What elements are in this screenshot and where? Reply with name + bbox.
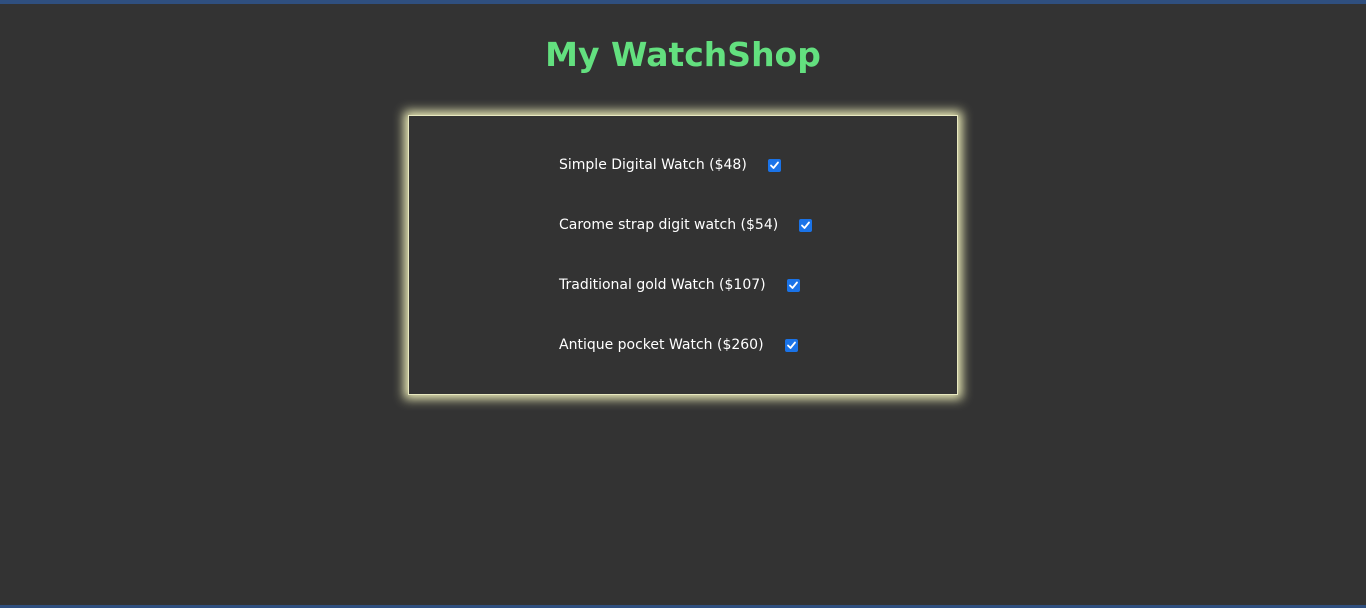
checkbox-simple-digital-watch[interactable]	[767, 158, 781, 172]
item-label: Traditional gold Watch ($107)	[559, 277, 766, 293]
top-border	[0, 0, 1366, 4]
item-label: Simple Digital Watch ($48)	[559, 157, 747, 173]
check-icon	[786, 341, 796, 349]
page-title: My WatchShop	[545, 35, 821, 74]
list-item-traditional-gold-watch: Traditional gold Watch ($107)	[559, 274, 800, 296]
item-label: Antique pocket Watch ($260)	[559, 337, 764, 353]
checkbox-carome-strap-watch[interactable]	[799, 218, 813, 232]
item-label: Carome strap digit watch ($54)	[559, 217, 779, 233]
checkbox-traditional-gold-watch[interactable]	[786, 278, 800, 292]
checkbox-antique-pocket-watch[interactable]	[784, 338, 798, 352]
watch-list-panel: Simple Digital Watch ($48) Carome strap …	[408, 115, 958, 395]
list-item-simple-digital-watch: Simple Digital Watch ($48)	[559, 154, 781, 176]
list-item-antique-pocket-watch: Antique pocket Watch ($260)	[559, 334, 798, 356]
check-icon	[801, 221, 811, 229]
check-icon	[788, 281, 798, 289]
check-icon	[769, 161, 779, 169]
list-item-carome-strap-watch: Carome strap digit watch ($54)	[559, 214, 813, 236]
